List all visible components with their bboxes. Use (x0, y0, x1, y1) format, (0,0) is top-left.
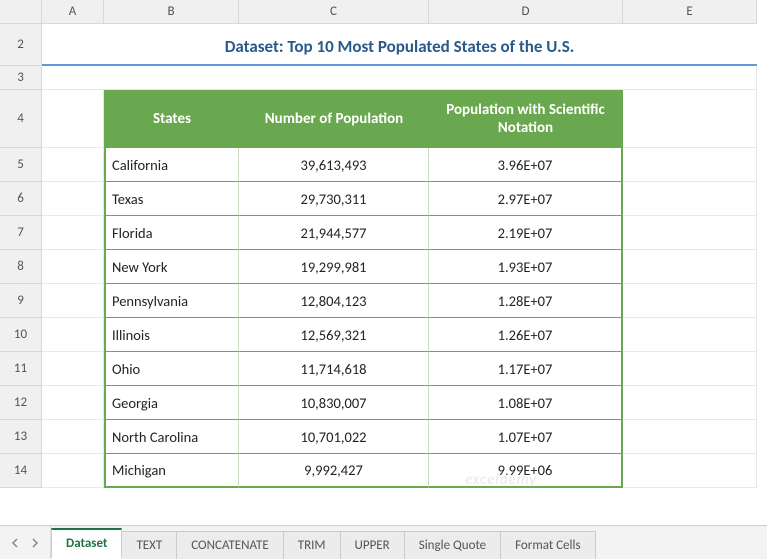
row-header-13[interactable]: 13 (0, 420, 42, 454)
row-header-11[interactable]: 11 (0, 352, 42, 386)
table-cell-population[interactable]: 12,569,321 (239, 318, 429, 352)
sheet-tab-concatenate[interactable]: CONCATENATE (176, 531, 284, 559)
cell-A4[interactable] (42, 90, 104, 148)
cell-E11[interactable] (623, 352, 757, 386)
table-cell-state[interactable]: Ohio (104, 352, 239, 386)
table-cell-scientific[interactable]: 1.28E+07 (429, 284, 623, 318)
table-cell-state[interactable]: New York (104, 250, 239, 284)
sheet-tab-bar: DatasetTEXTCONCATENATETRIMUPPERSingle Qu… (0, 525, 767, 559)
table-cell-population[interactable]: 10,701,022 (239, 420, 429, 454)
sheet-tabs: DatasetTEXTCONCATENATETRIMUPPERSingle Qu… (51, 526, 595, 559)
sheet-tab-upper[interactable]: UPPER (340, 531, 405, 559)
row-header-4[interactable]: 4 (0, 90, 42, 148)
table-cell-population[interactable]: 21,944,577 (239, 216, 429, 250)
row-header-12[interactable]: 12 (0, 386, 42, 420)
cell-A6[interactable] (42, 182, 104, 216)
cell-E12[interactable] (623, 386, 757, 420)
col-header-C[interactable]: C (239, 0, 429, 24)
table-cell-scientific[interactable]: 1.26E+07 (429, 318, 623, 352)
cell-E14[interactable] (623, 454, 757, 488)
table-cell-state[interactable]: Texas (104, 182, 239, 216)
col-header-E[interactable]: E (623, 0, 757, 24)
row-header-8[interactable]: 8 (0, 250, 42, 284)
cell-A9[interactable] (42, 284, 104, 318)
row-header-6[interactable]: 6 (0, 182, 42, 216)
cell-E10[interactable] (623, 318, 757, 352)
col-header-B[interactable]: B (104, 0, 239, 24)
table-cell-state[interactable]: North Carolina (104, 420, 239, 454)
table-cell-scientific[interactable]: 9.99E+06 (429, 454, 623, 488)
row-header-3[interactable]: 3 (0, 66, 42, 90)
table-cell-scientific[interactable]: 2.97E+07 (429, 182, 623, 216)
row-header-7[interactable]: 7 (0, 216, 42, 250)
dataset-title[interactable]: Dataset: Top 10 Most Populated States of… (42, 24, 757, 66)
cell-A8[interactable] (42, 250, 104, 284)
cell-A10[interactable] (42, 318, 104, 352)
cell-E7[interactable] (623, 216, 757, 250)
table-cell-population[interactable]: 12,804,123 (239, 284, 429, 318)
table-header-scientific[interactable]: Population with Scientific Notation (429, 90, 623, 148)
table-cell-scientific[interactable]: 1.17E+07 (429, 352, 623, 386)
table-cell-state[interactable]: Georgia (104, 386, 239, 420)
cell-A14[interactable] (42, 454, 104, 488)
table-cell-scientific[interactable]: 1.08E+07 (429, 386, 623, 420)
table-cell-population[interactable]: 9,992,427 (239, 454, 429, 488)
cell-A12[interactable] (42, 386, 104, 420)
row-header-10[interactable]: 10 (0, 318, 42, 352)
table-cell-population[interactable]: 10,830,007 (239, 386, 429, 420)
table-cell-state[interactable]: Florida (104, 216, 239, 250)
col-header-A[interactable]: A (42, 0, 104, 24)
sheet-tab-format-cells[interactable]: Format Cells (500, 531, 595, 559)
cell-E5[interactable] (623, 148, 757, 182)
sheet-tab-dataset[interactable]: Dataset (51, 528, 122, 559)
sheet-tab-trim[interactable]: TRIM (283, 531, 341, 559)
cell-A11[interactable] (42, 352, 104, 386)
cell-A5[interactable] (42, 148, 104, 182)
cell-E6[interactable] (623, 182, 757, 216)
table-cell-scientific[interactable]: 1.93E+07 (429, 250, 623, 284)
row-header-14[interactable]: 14 (0, 454, 42, 488)
table-header-states[interactable]: States (104, 90, 239, 148)
row-header-5[interactable]: 5 (0, 148, 42, 182)
table-cell-scientific[interactable]: 1.07E+07 (429, 420, 623, 454)
empty-row-3[interactable] (42, 66, 757, 90)
cell-E13[interactable] (623, 420, 757, 454)
table-cell-state[interactable]: Michigan (104, 454, 239, 488)
sheet-tab-single-quote[interactable]: Single Quote (404, 531, 501, 559)
table-cell-state[interactable]: Pennsylvania (104, 284, 239, 318)
table-cell-scientific[interactable]: 3.96E+07 (429, 148, 623, 182)
select-all-corner[interactable] (0, 0, 42, 24)
col-header-D[interactable]: D (429, 0, 623, 24)
row-header-2[interactable]: 2 (0, 24, 42, 66)
sheet-tab-text[interactable]: TEXT (121, 531, 177, 559)
table-header-population[interactable]: Number of Population (239, 90, 429, 148)
table-cell-population[interactable]: 11,714,618 (239, 352, 429, 386)
table-cell-population[interactable]: 29,730,311 (239, 182, 429, 216)
cell-E4[interactable] (623, 90, 757, 148)
cell-A13[interactable] (42, 420, 104, 454)
table-cell-population[interactable]: 39,613,493 (239, 148, 429, 182)
cell-E9[interactable] (623, 284, 757, 318)
sheet-nav-prev[interactable] (6, 534, 24, 552)
table-cell-state[interactable]: Illinois (104, 318, 239, 352)
table-cell-state[interactable]: California (104, 148, 239, 182)
sheet-nav-next[interactable] (26, 534, 44, 552)
spreadsheet-grid: A B C D E 2 Dataset: Top 10 Most Populat… (0, 0, 767, 500)
table-cell-scientific[interactable]: 2.19E+07 (429, 216, 623, 250)
cell-A7[interactable] (42, 216, 104, 250)
table-cell-population[interactable]: 19,299,981 (239, 250, 429, 284)
sheet-nav (0, 526, 51, 559)
row-header-9[interactable]: 9 (0, 284, 42, 318)
cell-E8[interactable] (623, 250, 757, 284)
